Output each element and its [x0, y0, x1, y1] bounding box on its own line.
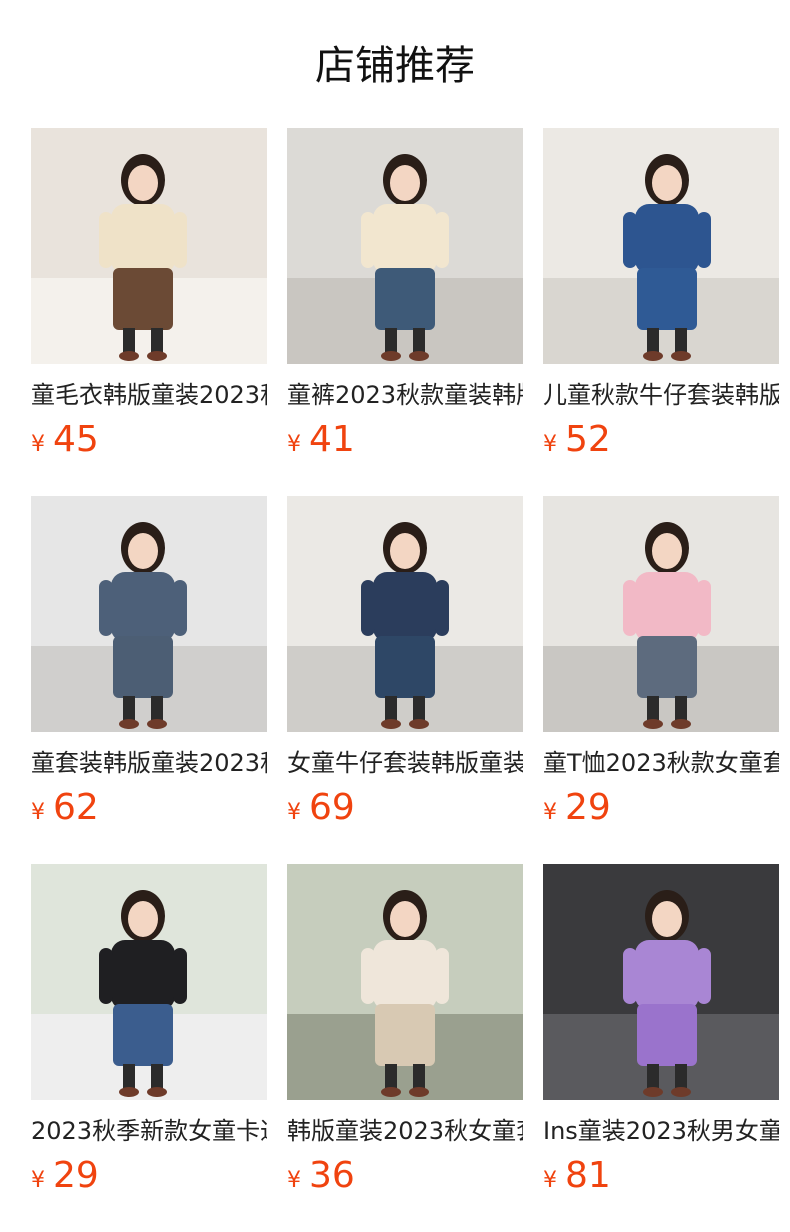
product-price: ¥62 [31, 788, 267, 828]
price-value: 52 [565, 419, 611, 460]
product-card[interactable]: 童毛衣韩版童装2023秋款 ¥45 [31, 128, 267, 496]
product-price: ¥81 [543, 1156, 779, 1196]
product-card[interactable]: 童套装韩版童装2023秋款 ¥62 [31, 496, 267, 864]
product-name[interactable]: 童T恤2023秋款女童套装 [543, 746, 779, 780]
currency-symbol: ¥ [31, 800, 45, 825]
product-price: ¥41 [287, 420, 523, 460]
price-value: 69 [309, 787, 355, 828]
price-value: 81 [565, 1155, 611, 1196]
product-card[interactable]: 2023秋季新款女童卡通 ¥29 [31, 864, 267, 1232]
product-price: ¥69 [287, 788, 523, 828]
currency-symbol: ¥ [31, 432, 45, 457]
product-card[interactable]: 韩版童装2023秋女童套装 ¥36 [287, 864, 523, 1232]
product-image[interactable] [543, 864, 779, 1100]
product-price: ¥52 [543, 420, 779, 460]
currency-symbol: ¥ [287, 1168, 301, 1193]
currency-symbol: ¥ [31, 1168, 45, 1193]
product-grid: 童毛衣韩版童装2023秋款 ¥45 童裤2023秋款童装韩版 ¥41 儿童秋款牛仔套装韩… [31, 128, 779, 1232]
product-image[interactable] [287, 496, 523, 732]
price-value: 29 [53, 1155, 99, 1196]
product-image[interactable] [31, 864, 267, 1100]
product-card[interactable]: 儿童秋款牛仔套装韩版 ¥52 [543, 128, 779, 496]
currency-symbol: ¥ [287, 800, 301, 825]
product-name[interactable]: 童套装韩版童装2023秋款 [31, 746, 267, 780]
page-title: 店铺推荐 [315, 43, 475, 89]
price-value: 45 [53, 419, 99, 460]
price-value: 41 [309, 419, 355, 460]
product-name[interactable]: 韩版童装2023秋女童套装 [287, 1114, 523, 1148]
product-price: ¥29 [31, 1156, 267, 1196]
product-card[interactable]: Ins童装2023秋男女童套装 ¥81 [543, 864, 779, 1232]
price-value: 62 [53, 787, 99, 828]
product-image[interactable] [31, 496, 267, 732]
product-image[interactable] [543, 128, 779, 364]
price-value: 29 [565, 787, 611, 828]
product-price: ¥29 [543, 788, 779, 828]
currency-symbol: ¥ [287, 432, 301, 457]
product-card[interactable]: 女童牛仔套装韩版童装 ¥69 [287, 496, 523, 864]
product-image[interactable] [287, 864, 523, 1100]
product-price: ¥45 [31, 420, 267, 460]
product-image[interactable] [543, 496, 779, 732]
product-name[interactable]: 儿童秋款牛仔套装韩版 [543, 378, 779, 412]
product-name[interactable]: 童毛衣韩版童装2023秋款 [31, 378, 267, 412]
product-name[interactable]: 2023秋季新款女童卡通 [31, 1114, 267, 1148]
product-card[interactable]: 童裤2023秋款童装韩版 ¥41 [287, 128, 523, 496]
price-value: 36 [309, 1155, 355, 1196]
product-price: ¥36 [287, 1156, 523, 1196]
product-image[interactable] [31, 128, 267, 364]
product-name[interactable]: 女童牛仔套装韩版童装 [287, 746, 523, 780]
product-name[interactable]: Ins童装2023秋男女童套装 [543, 1114, 779, 1148]
product-image[interactable] [287, 128, 523, 364]
product-card[interactable]: 童T恤2023秋款女童套装 ¥29 [543, 496, 779, 864]
currency-symbol: ¥ [543, 432, 557, 457]
currency-symbol: ¥ [543, 800, 557, 825]
product-name[interactable]: 童裤2023秋款童装韩版 [287, 378, 523, 412]
currency-symbol: ¥ [543, 1168, 557, 1193]
